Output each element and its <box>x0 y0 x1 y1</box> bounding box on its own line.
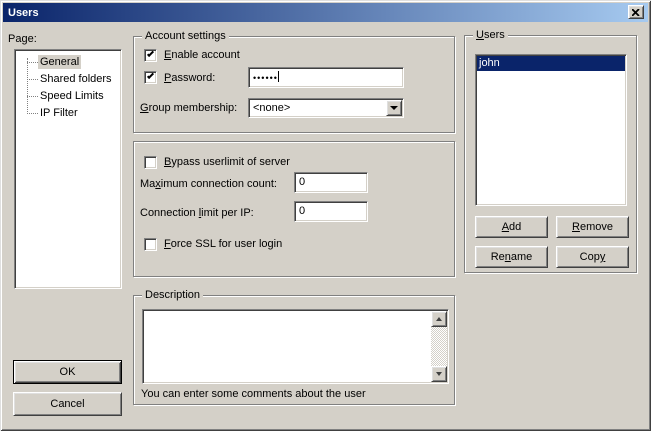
rename-button[interactable]: Rename <box>475 246 548 268</box>
users-listbox[interactable]: john <box>475 54 627 206</box>
enable-account-checkbox[interactable] <box>144 49 157 62</box>
description-group: Description You can enter some comments … <box>133 295 455 405</box>
tree-item-shared-folders[interactable]: Shared folders <box>15 71 121 87</box>
remove-button[interactable]: Remove <box>556 216 629 238</box>
account-settings-title: Account settings <box>142 30 229 42</box>
combo-dropdown-button[interactable] <box>386 100 402 116</box>
password-label: Password: <box>164 72 215 85</box>
password-checkbox[interactable] <box>144 71 157 84</box>
add-button[interactable]: Add <box>475 216 548 238</box>
text-cursor <box>278 71 279 82</box>
connection-limit-per-ip-value: 0 <box>299 205 305 217</box>
page-label: Page: <box>8 33 37 46</box>
tree-item-speed-limits[interactable]: Speed Limits <box>15 88 121 104</box>
titlebar[interactable]: Users <box>3 3 648 22</box>
description-textarea[interactable] <box>142 309 449 384</box>
connection-limit-per-ip-label: Connection limit per IP: <box>140 207 254 220</box>
chevron-down-icon <box>436 372 442 379</box>
password-masked-value: •••••• <box>253 73 278 83</box>
close-button[interactable] <box>628 5 644 19</box>
force-ssl-label: Force SSL for user login <box>164 238 282 251</box>
tree-item-ip-filter[interactable]: IP Filter <box>15 105 121 121</box>
user-list-item[interactable]: john <box>477 56 625 71</box>
enable-account-label: Enable account <box>164 49 240 62</box>
users-group: Users john Add Remove Rename Copy <box>464 35 637 273</box>
tree-item-label[interactable]: Speed Limits <box>38 89 106 103</box>
check-icon <box>147 72 154 79</box>
chevron-down-icon <box>390 106 398 114</box>
tree-item-label[interactable]: General <box>38 55 81 69</box>
bypass-userlimit-label: Bypass userlimit of server <box>164 156 290 169</box>
tree-item-label[interactable]: IP Filter <box>38 106 80 120</box>
ok-button-label: OK <box>60 366 76 378</box>
group-membership-value: <none> <box>253 102 290 114</box>
users-dialog: Users Page: General Shared folders Speed… <box>0 0 651 431</box>
page-tree[interactable]: General Shared folders Speed Limits IP F… <box>14 49 122 289</box>
max-connection-count-label: Maximum connection count: <box>140 178 277 191</box>
max-connection-count-value: 0 <box>299 176 305 188</box>
x-icon <box>632 9 640 16</box>
cancel-button[interactable]: Cancel <box>13 392 122 416</box>
max-connection-count-input[interactable]: 0 <box>294 172 368 193</box>
group-membership-select[interactable]: <none> <box>248 98 404 118</box>
scroll-down-button[interactable] <box>431 366 447 382</box>
description-hint: You can enter some comments about the us… <box>141 388 366 401</box>
description-scrollbar[interactable] <box>431 311 447 382</box>
tree-item-general[interactable]: General <box>15 54 121 70</box>
ok-button[interactable]: OK <box>13 360 122 384</box>
password-input[interactable]: •••••• <box>248 67 404 88</box>
connection-limit-per-ip-input[interactable]: 0 <box>294 201 368 222</box>
bypass-userlimit-checkbox[interactable] <box>144 156 157 169</box>
rename-button-label: Rename <box>491 251 533 263</box>
cancel-button-label: Cancel <box>50 398 84 410</box>
account-settings-group: Account settings Enable account Password… <box>133 36 455 133</box>
copy-button-label: Copy <box>580 251 606 263</box>
window-title: Users <box>3 7 39 19</box>
add-button-label: Add <box>502 221 522 233</box>
force-ssl-checkbox[interactable] <box>144 238 157 251</box>
copy-button[interactable]: Copy <box>556 246 629 268</box>
check-icon <box>147 50 154 57</box>
description-title: Description <box>142 289 203 301</box>
group-membership-label: Group membership: <box>140 102 237 115</box>
scroll-up-button[interactable] <box>431 311 447 327</box>
tree-item-label[interactable]: Shared folders <box>38 72 114 86</box>
connection-limits-group: Bypass userlimit of server Maximum conne… <box>133 141 455 277</box>
remove-button-label: Remove <box>572 221 613 233</box>
chevron-up-icon <box>436 314 442 321</box>
users-group-title: Users <box>473 29 508 41</box>
